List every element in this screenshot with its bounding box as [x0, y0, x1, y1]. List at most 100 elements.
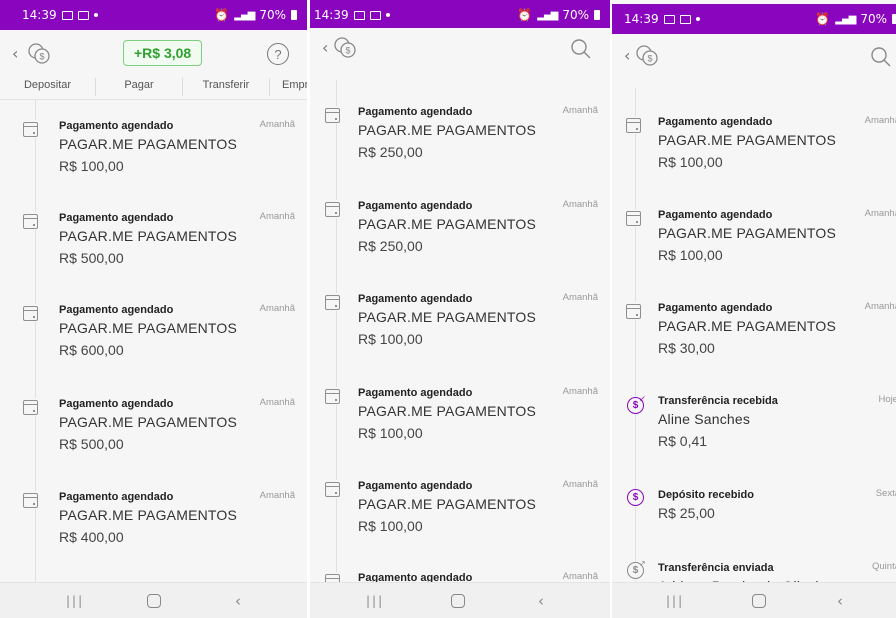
item-kind: Pagamento agendado: [358, 387, 473, 399]
calendar-icon: [324, 106, 342, 124]
calendar-icon: [22, 120, 40, 138]
recent-apps-icon[interactable]: |||: [366, 594, 384, 608]
list-item[interactable]: Pagamento agendado Amanhã PAGAR.ME PAGAM…: [0, 206, 307, 290]
item-date: Amanhã: [562, 292, 598, 303]
home-icon[interactable]: [451, 594, 465, 608]
item-amount: R$ 100,00: [59, 158, 124, 174]
action-tabs: Depositar Pagar Transferir Empr: [0, 78, 307, 100]
list-item[interactable]: Pagamento agendado Amanhã PAGAR.ME PAGAM…: [612, 110, 896, 194]
tab-emprestimo[interactable]: Empr: [270, 78, 307, 96]
list-item[interactable]: Pagamento agendado Amanhã PAGAR.ME PAGAM…: [612, 203, 896, 287]
coins-icon[interactable]: $: [332, 36, 360, 60]
list-item[interactable]: $ ↙ Transferência recebida Hoje Aline San…: [612, 389, 896, 473]
android-nav-bar: ||| ‹: [612, 582, 896, 618]
item-name: PAGAR.ME PAGAMENTOS: [358, 122, 537, 138]
item-date: Amanhã: [864, 115, 896, 126]
item-kind: Pagamento agendado: [59, 304, 174, 316]
item-kind: Transferência enviada: [658, 562, 774, 574]
item-kind: Pagamento agendado: [358, 106, 473, 118]
status-bar: 14:39 ⏰ ▂▄▆ 70%: [612, 4, 896, 34]
svg-text:$: $: [345, 46, 350, 56]
item-amount: R$ 250,00: [358, 144, 423, 160]
item-date: Sexta: [875, 488, 896, 499]
list-item[interactable]: $ Depósito recebido Sexta R$ 25,00: [612, 483, 896, 543]
tab-pagar[interactable]: Pagar: [96, 78, 183, 96]
phone-screen-3: 14:39 ⏰ ▂▄▆ 70% ‹ $ Pagamento agendado Ama…: [612, 0, 896, 618]
money-out-icon: $ ↗: [627, 559, 646, 580]
search-icon[interactable]: [870, 46, 892, 68]
signal-icon: ▂▄▆: [835, 13, 856, 25]
question-mark-icon[interactable]: ?: [267, 43, 289, 65]
item-name: PAGAR.ME PAGAMENTOS: [59, 320, 238, 336]
search-icon[interactable]: [570, 38, 592, 60]
list-item[interactable]: Pagamento agendado Amanhã PAGAR.ME PAGAM…: [310, 100, 610, 184]
home-icon[interactable]: [147, 594, 161, 608]
list-item[interactable]: Pagamento agendado Amanhã PAGAR.ME PAGAM…: [0, 392, 307, 476]
item-amount: R$ 100,00: [358, 425, 423, 441]
chevron-left-icon[interactable]: ‹: [12, 44, 18, 63]
battery-level: 70%: [860, 12, 887, 26]
recent-apps-icon[interactable]: |||: [666, 594, 684, 608]
recent-apps-icon[interactable]: |||: [66, 594, 84, 608]
more-notifications-icon: [695, 17, 700, 21]
item-date: Amanhã: [562, 571, 598, 582]
list-item[interactable]: Pagamento agendado Amanhã PAGAR.ME PAGAM…: [0, 485, 307, 569]
list-item[interactable]: Pagamento agendado Amanhã PAGAR.ME PAGAM…: [310, 194, 610, 278]
balance-chip[interactable]: +R$ 3,08: [123, 40, 203, 66]
status-time: 14:39: [314, 8, 349, 22]
item-kind: Transferência recebida: [658, 395, 778, 407]
item-name: PAGAR.ME PAGAMENTOS: [658, 318, 837, 334]
item-amount: R$ 500,00: [59, 436, 124, 452]
item-kind: Pagamento agendado: [59, 212, 174, 224]
calendar-icon: [625, 116, 643, 134]
item-date: Amanhã: [562, 386, 598, 397]
list-item[interactable]: Pagamento agendado Amanhã PAGAR.ME PAGAM…: [310, 287, 610, 371]
item-date: Hoje: [878, 394, 896, 405]
item-amount: R$ 0,41: [658, 433, 708, 449]
battery-level: 70%: [259, 8, 286, 22]
item-date: Amanhã: [562, 199, 598, 210]
list-item[interactable]: Pagamento agendado Amanhã PAGAR.ME PAGAM…: [0, 114, 307, 198]
coins-icon[interactable]: $: [634, 44, 662, 68]
item-kind: Pagamento agendado: [358, 200, 473, 212]
calendar-icon: [625, 302, 643, 320]
svg-text:$: $: [647, 54, 652, 64]
item-date: Amanhã: [562, 105, 598, 116]
back-nav-icon[interactable]: ‹: [837, 592, 843, 610]
item-kind: Pagamento agendado: [59, 398, 174, 410]
list-item[interactable]: Pagamento agendado Amanhã PAGAR.ME PAGAM…: [0, 298, 307, 382]
item-name: PAGAR.ME PAGAMENTOS: [59, 228, 238, 244]
back-nav-icon[interactable]: ‹: [538, 592, 544, 610]
item-kind: Pagamento agendado: [59, 120, 174, 132]
item-date: Quinta: [872, 561, 896, 572]
item-amount: R$ 100,00: [358, 331, 423, 347]
item-name: PAGAR.ME PAGAMENTOS: [358, 496, 537, 512]
battery-icon: [594, 10, 600, 20]
app-header: ‹ $: [310, 28, 610, 76]
tab-transferir[interactable]: Transferir: [183, 78, 270, 96]
calendar-icon: [22, 491, 40, 509]
item-kind: Pagamento agendado: [59, 491, 174, 503]
item-name: PAGAR.ME PAGAMENTOS: [59, 136, 238, 152]
back-nav-icon[interactable]: ‹: [235, 592, 241, 610]
coins-icon[interactable]: $: [26, 42, 54, 66]
signal-icon: ▂▄▆: [537, 9, 558, 21]
list-item[interactable]: Pagamento agendado Amanhã PAGAR.ME PAGAM…: [310, 474, 610, 558]
item-kind: Pagamento agendado: [358, 293, 473, 305]
home-icon[interactable]: [752, 594, 766, 608]
list-item[interactable]: Pagamento agendado Amanhã PAGAR.ME PAGAM…: [310, 381, 610, 465]
tab-depositar[interactable]: Depositar: [0, 78, 96, 96]
item-name: Aline Sanches: [658, 411, 751, 427]
item-date: Amanhã: [259, 397, 295, 408]
item-amount: R$ 600,00: [59, 342, 124, 358]
chevron-left-icon[interactable]: ‹: [322, 38, 328, 57]
battery-icon: [291, 10, 297, 20]
alarm-icon: ⏰: [517, 8, 533, 22]
app-header: ‹ $ +R$ 3,08 ?: [0, 30, 307, 78]
svg-text:$: $: [39, 52, 44, 62]
list-item[interactable]: Pagamento agendado Amanhã PAGAR.ME PAGAM…: [612, 296, 896, 380]
signal-icon: ▂▄▆: [234, 9, 255, 21]
item-amount: R$ 500,00: [59, 250, 124, 266]
item-name: PAGAR.ME PAGAMENTOS: [658, 225, 837, 241]
chevron-left-icon[interactable]: ‹: [624, 46, 630, 65]
